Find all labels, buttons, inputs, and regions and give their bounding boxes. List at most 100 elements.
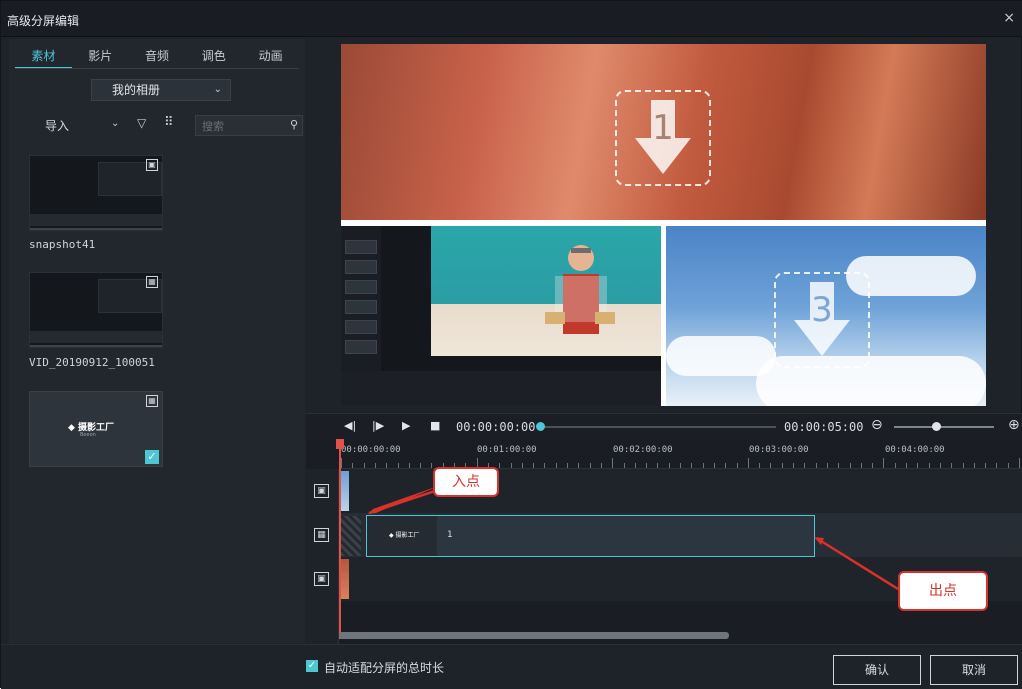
zoom-out-icon[interactable]: ⊖ <box>871 417 883 433</box>
zoom-in-icon[interactable]: ⊕ <box>1008 417 1020 433</box>
zoom-slider-handle[interactable] <box>932 422 941 431</box>
zoom-slider[interactable] <box>894 426 994 428</box>
in-point-callout: 入点 <box>433 467 499 497</box>
checkbox-checked-icon[interactable]: ✓ <box>306 660 318 672</box>
cancel-button[interactable]: 取消 <box>930 655 1018 685</box>
timeline: 00:00:00:00 00:01:00:00 00:02:00:00 00:0… <box>306 439 1022 644</box>
presenter-image <box>545 245 615 334</box>
ruler-tick <box>962 463 964 468</box>
tab-movie[interactable]: 影片 <box>72 47 129 69</box>
ruler-tick <box>555 463 557 468</box>
filter-icon[interactable]: ▽ <box>137 116 146 130</box>
thumbnail-line <box>30 228 162 230</box>
play-icon[interactable]: ▶ <box>402 419 410 432</box>
timeline-scrollbar[interactable] <box>339 632 729 639</box>
ruler-tick <box>736 463 738 468</box>
ruler-tick <box>917 463 919 468</box>
ruler-tick <box>680 463 681 468</box>
ruler-tick <box>872 463 874 468</box>
ruler-tick <box>781 463 783 468</box>
ruler-tick <box>1019 458 1020 468</box>
ruler-label: 00:01:00:00 <box>477 445 537 455</box>
current-timecode: 00:00:00:00 <box>456 420 536 434</box>
logo-subtext: Beeon <box>80 432 96 438</box>
ruler-tick <box>793 463 794 468</box>
media-item-logo[interactable]: ◆ 摄影工厂 Beeon ▦ ✓ <box>29 391 163 467</box>
album-select[interactable]: 我的相册 ⌄ <box>91 79 231 101</box>
ruler-tick <box>815 463 817 468</box>
playhead[interactable] <box>339 439 341 639</box>
playback-controls: ◀| |▶ ▶ ■ 00:00:00:00 00:00:05:00 ⊖ ⊕ <box>306 413 1022 439</box>
ruler-tick <box>838 463 840 468</box>
tab-media[interactable]: 素材 <box>15 47 72 69</box>
ruler-tick <box>939 463 941 468</box>
tab-audio[interactable]: 音频 <box>129 47 186 69</box>
chevron-down-icon: ⌄ <box>213 84 222 95</box>
split-zone-3[interactable]: 3 <box>666 226 986 406</box>
ruler-tick <box>623 463 625 468</box>
next-frame-icon[interactable]: |▶ <box>372 419 384 432</box>
ruler-tick <box>691 463 693 468</box>
time-ruler[interactable]: 00:00:00:00 00:01:00:00 00:02:00:00 00:0… <box>339 439 1022 469</box>
thumbnail-line <box>30 345 162 347</box>
ruler-tick <box>759 463 761 468</box>
close-icon[interactable]: × <box>1003 10 1015 26</box>
confirm-button[interactable]: 确认 <box>833 655 921 685</box>
selected-check-icon[interactable]: ✓ <box>145 450 159 464</box>
thumbnail-bar <box>30 214 162 226</box>
media-item-video[interactable]: ▦ <box>29 272 163 348</box>
ruler-tick <box>713 463 715 468</box>
tab-color[interactable]: 调色 <box>185 47 242 69</box>
timeline-clip[interactable]: ◆ 摄影工厂 1 <box>366 515 815 557</box>
clip-label: 1 <box>447 530 453 540</box>
ruler-tick <box>589 463 591 468</box>
zone-number: 1 <box>652 108 674 148</box>
ruler-label: 00:03:00:00 <box>749 445 809 455</box>
ruler-label: 00:04:00:00 <box>885 445 945 455</box>
track-3-thumbnail <box>341 559 349 599</box>
track-headers: ▣ ▦ ▣ <box>306 469 339 644</box>
grid-view-icon[interactable]: ⠿ <box>164 115 174 130</box>
drop-target-3[interactable]: 3 <box>774 272 870 368</box>
ruler-tick <box>397 463 399 468</box>
scrub-bar[interactable] <box>538 426 776 428</box>
ruler-label: 00:00:00:00 <box>341 445 401 455</box>
search-icon[interactable]: ⚲ <box>290 118 298 131</box>
auto-fit-label: 自动适配分屏的总时长 <box>324 661 445 675</box>
total-timecode: 00:00:05:00 <box>784 420 864 434</box>
ruler-tick <box>386 463 388 468</box>
split-zone-1[interactable]: 1 <box>341 44 986 220</box>
media-toolbar: 导入 ⌄ ▽ ⠿ ⚲ <box>9 115 305 137</box>
video-frame <box>431 226 661 356</box>
zone-number: 3 <box>811 290 833 330</box>
ruler-tick <box>612 458 614 468</box>
ruler-tick <box>906 463 907 468</box>
film-icon[interactable]: ▦ <box>314 528 329 542</box>
ruler-tick <box>951 463 953 468</box>
track-2-gap <box>341 516 361 556</box>
prev-frame-icon[interactable]: ◀| <box>344 419 356 432</box>
ruler-tick <box>374 463 376 468</box>
media-item-snapshot[interactable]: ▣ <box>29 155 163 231</box>
ruler-tick <box>826 463 828 468</box>
ruler-tick <box>770 463 772 468</box>
bottom-bar: ✓ 自动适配分屏的总时长 确认 取消 <box>1 644 1022 689</box>
ruler-tick <box>646 463 648 468</box>
split-zone-2[interactable] <box>341 226 661 406</box>
stop-icon[interactable]: ■ <box>430 419 440 432</box>
ruler-tick <box>533 463 535 468</box>
image-icon[interactable]: ▣ <box>314 572 329 586</box>
media-panel: 素材 影片 音频 调色 动画 我的相册 ⌄ 导入 ⌄ ▽ ⠿ ⚲ ▣ <box>9 39 305 643</box>
import-button[interactable]: 导入 <box>45 117 69 134</box>
tab-animation[interactable]: 动画 <box>242 47 299 69</box>
drop-target-1[interactable]: 1 <box>615 90 711 186</box>
media-tabs: 素材 影片 音频 调色 动画 <box>15 47 299 69</box>
scrub-handle[interactable] <box>536 422 545 431</box>
search-input[interactable] <box>202 118 282 134</box>
image-icon[interactable]: ▣ <box>314 484 329 498</box>
window-title: 高级分屏编辑 <box>7 14 80 28</box>
import-dropdown-icon[interactable]: ⌄ <box>111 118 119 129</box>
ruler-tick <box>341 458 342 468</box>
album-select-value: 我的相册 <box>112 83 161 97</box>
split-screen-editor-window: 高级分屏编辑 × 素材 影片 音频 调色 动画 我的相册 ⌄ 导入 ⌄ ▽ ⠿ … <box>0 0 1022 689</box>
